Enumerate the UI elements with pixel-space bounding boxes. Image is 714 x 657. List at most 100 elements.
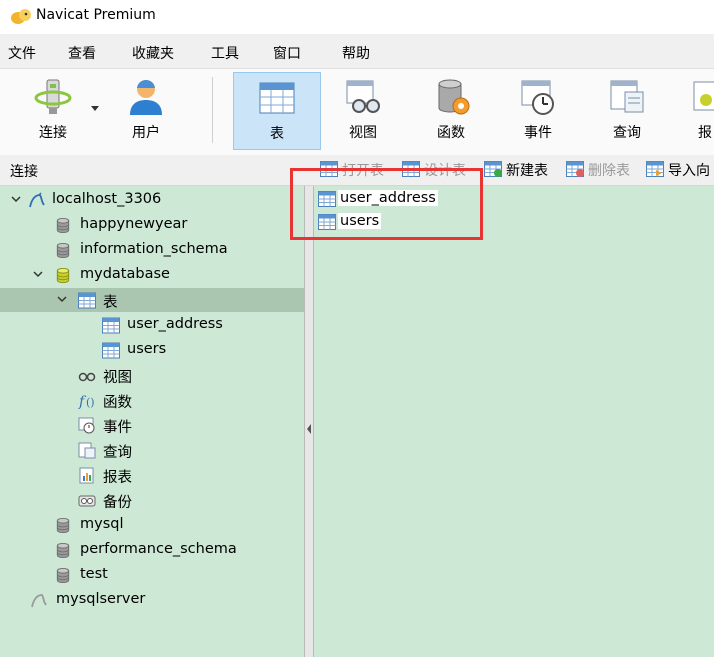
toolbar-separator bbox=[212, 77, 213, 143]
tree-group-queries[interactable]: 查询 bbox=[0, 438, 304, 462]
connect-dropdown-icon[interactable] bbox=[90, 105, 100, 113]
delete-table-label: 删除表 bbox=[588, 163, 630, 179]
event-icon bbox=[521, 80, 554, 115]
database-icon bbox=[54, 517, 72, 534]
tree-db-test[interactable]: test bbox=[0, 563, 304, 587]
tree-group-label: 查询 bbox=[103, 445, 132, 461]
query-label: 查询 bbox=[613, 125, 641, 141]
table-icon bbox=[102, 317, 120, 334]
tree-db-mydatabase[interactable]: mydatabase bbox=[0, 263, 304, 287]
connect-label: 连接 bbox=[39, 125, 67, 141]
tree-group-views[interactable]: 视图 bbox=[0, 363, 304, 387]
import-wizard-icon bbox=[646, 161, 664, 177]
import-wizard-label: 导入向 bbox=[668, 163, 710, 179]
event-button[interactable]: 事件 bbox=[497, 72, 579, 148]
view-icon bbox=[78, 372, 96, 382]
tree-connection-label: localhost_3306 bbox=[52, 191, 162, 207]
query-icon bbox=[610, 80, 644, 113]
object-list-pane[interactable]: user_address users bbox=[314, 186, 714, 657]
view-button[interactable]: 视图 bbox=[323, 72, 403, 148]
tree-db-label: happynewyear bbox=[80, 216, 188, 232]
tree-table-user-address[interactable]: user_address bbox=[0, 313, 304, 337]
menu-favorites[interactable]: 收藏夹 bbox=[132, 43, 174, 63]
tree-db-label: test bbox=[80, 566, 108, 582]
event-label: 事件 bbox=[524, 125, 552, 141]
chevron-down-icon[interactable] bbox=[56, 292, 68, 306]
import-wizard-button[interactable]: 导入向 bbox=[646, 160, 714, 180]
window-title: Navicat Premium bbox=[36, 7, 156, 23]
table-icon bbox=[102, 342, 120, 359]
function-icon bbox=[438, 79, 470, 115]
tree-group-label: 表 bbox=[103, 295, 118, 311]
table-button[interactable]: 表 bbox=[233, 72, 321, 150]
connection-pane-label: 连接 bbox=[10, 164, 38, 180]
tree-group-reports[interactable]: 报表 bbox=[0, 463, 304, 487]
mysql-connection-icon bbox=[29, 192, 45, 208]
menu-window[interactable]: 窗口 bbox=[273, 43, 301, 63]
tree-db-mysql[interactable]: mysql bbox=[0, 513, 304, 537]
connect-button[interactable]: 连接 bbox=[12, 72, 94, 148]
table-icon bbox=[259, 82, 295, 114]
report-label: 报 bbox=[698, 125, 712, 141]
tree-db-information-schema[interactable]: information_schema bbox=[0, 238, 304, 262]
report-icon bbox=[693, 81, 714, 111]
chevron-down-icon[interactable] bbox=[10, 192, 22, 206]
query-icon bbox=[78, 442, 96, 459]
svg-text:(): () bbox=[86, 396, 95, 409]
pane-splitter[interactable] bbox=[304, 186, 314, 657]
title-bar: Navicat Premium bbox=[0, 0, 714, 34]
tree-table-label: user_address bbox=[127, 316, 223, 332]
function-label: 函数 bbox=[437, 125, 465, 141]
tree-group-tables[interactable]: 表 bbox=[0, 288, 304, 312]
highlight-annotation bbox=[290, 168, 483, 240]
tree-connection-label: mysqlserver bbox=[56, 591, 146, 607]
new-table-button[interactable]: 新建表 bbox=[484, 160, 558, 180]
tree-db-label: mysql bbox=[80, 516, 124, 532]
tree-group-functions[interactable]: f () 函数 bbox=[0, 388, 304, 412]
tree-group-events[interactable]: 事件 bbox=[0, 413, 304, 437]
tree-group-label: 备份 bbox=[103, 495, 132, 511]
report-button[interactable]: 报 bbox=[676, 72, 714, 148]
tree-group-label: 报表 bbox=[103, 470, 132, 486]
delete-table-icon bbox=[566, 161, 584, 177]
chevron-down-icon[interactable] bbox=[32, 267, 44, 281]
tree-table-label: users bbox=[127, 341, 167, 357]
tree-group-label: 事件 bbox=[103, 420, 132, 436]
function-button[interactable]: 函数 bbox=[410, 72, 492, 148]
report-icon bbox=[79, 467, 94, 484]
tree-db-label: mydatabase bbox=[80, 266, 170, 282]
database-icon bbox=[54, 217, 72, 234]
table-label: 表 bbox=[270, 126, 284, 142]
view-label: 视图 bbox=[349, 125, 377, 141]
connect-icon bbox=[34, 79, 72, 114]
new-table-icon bbox=[484, 161, 502, 177]
function-icon: f () bbox=[78, 394, 95, 409]
menu-tools[interactable]: 工具 bbox=[211, 43, 239, 63]
menu-view[interactable]: 查看 bbox=[68, 43, 96, 63]
tree-db-performance-schema[interactable]: performance_schema bbox=[0, 538, 304, 562]
query-button[interactable]: 查询 bbox=[584, 72, 670, 148]
mysql-connection-disconnected-icon bbox=[31, 594, 47, 608]
tree-db-label: information_schema bbox=[80, 241, 228, 257]
backup-icon bbox=[78, 495, 96, 507]
user-label: 用户 bbox=[132, 125, 160, 141]
menu-bar: 文件 查看 收藏夹 工具 窗口 帮助 bbox=[0, 34, 714, 69]
main-toolbar: 连接 用户 表 视图 函数 事件 查询 报 bbox=[0, 69, 714, 156]
delete-table-button[interactable]: 删除表 bbox=[566, 160, 640, 180]
event-icon bbox=[78, 417, 95, 434]
tree-connection-localhost[interactable]: localhost_3306 bbox=[0, 188, 304, 212]
collapse-arrow-icon[interactable] bbox=[307, 424, 311, 434]
database-icon bbox=[54, 242, 72, 259]
tree-group-label: 视图 bbox=[103, 370, 132, 386]
tree-group-backups[interactable]: 备份 bbox=[0, 488, 304, 512]
menu-file[interactable]: 文件 bbox=[8, 43, 36, 63]
menu-help[interactable]: 帮助 bbox=[342, 43, 370, 63]
database-open-icon bbox=[54, 267, 72, 284]
new-table-label: 新建表 bbox=[506, 163, 548, 179]
tree-table-users[interactable]: users bbox=[0, 338, 304, 362]
user-icon bbox=[130, 79, 162, 115]
tree-db-happynewyear[interactable]: happynewyear bbox=[0, 213, 304, 237]
user-button[interactable]: 用户 bbox=[105, 72, 187, 148]
database-icon bbox=[54, 542, 72, 559]
tree-connection-mysqlserver[interactable]: mysqlserver bbox=[0, 588, 304, 612]
